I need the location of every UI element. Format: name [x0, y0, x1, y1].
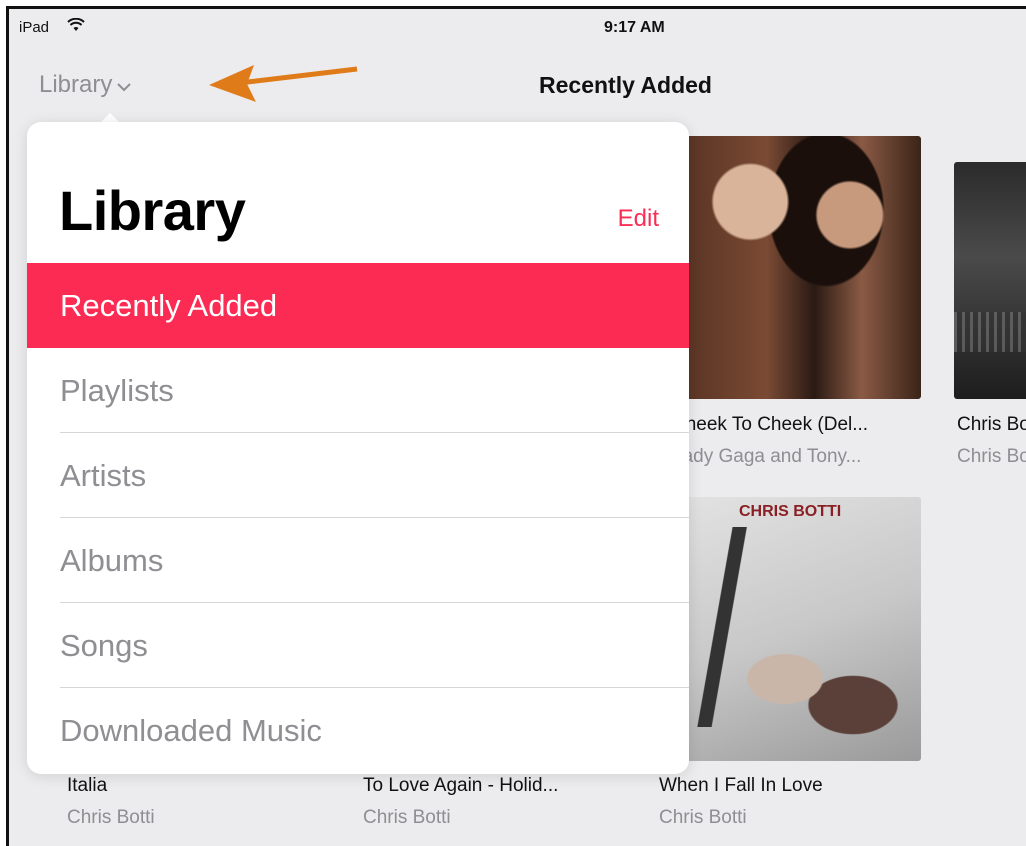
menu-item-playlists[interactable]: Playlists: [27, 348, 689, 433]
menu-item-albums[interactable]: Albums: [27, 518, 689, 603]
library-dropdown-button[interactable]: Library: [39, 71, 132, 99]
wifi-icon: [67, 17, 85, 37]
menu-item-artists[interactable]: Artists: [27, 433, 689, 518]
album-art-text: CHRIS BOTTI: [739, 503, 842, 520]
album-artist: Chris Botti: [659, 807, 747, 828]
app-screen: iPad 9:17 AM Library Recently Added Chee…: [6, 6, 1026, 846]
album-title: Chris Botti: [957, 414, 1026, 435]
status-time: 9:17 AM: [604, 19, 665, 36]
status-bar: iPad 9:17 AM: [9, 9, 1026, 49]
menu-item-label: Recently Added: [60, 287, 278, 323]
album-title: To Love Again - Holid...: [363, 775, 559, 796]
library-menu: Recently Added Playlists Artists Albums …: [27, 263, 689, 773]
album-title: When I Fall In Love: [659, 775, 823, 796]
album-art: CHRIS BOTTI: [684, 497, 921, 761]
album-title: Cheek To Cheek (Del...: [672, 414, 869, 435]
device-label: iPad: [19, 19, 50, 36]
nav-bar: Library Recently Added: [9, 59, 1026, 109]
menu-item-downloaded-music[interactable]: Downloaded Music: [27, 688, 689, 773]
album-artist: Chris Botti: [67, 807, 155, 828]
menu-item-label: Artists: [60, 457, 147, 493]
album-title: Italia: [67, 775, 108, 796]
popover-title: Library: [59, 179, 246, 242]
edit-button[interactable]: Edit: [618, 205, 659, 233]
menu-item-recently-added[interactable]: Recently Added: [27, 263, 689, 348]
menu-item-label: Downloaded Music: [60, 712, 322, 748]
album-art: [954, 162, 1026, 399]
chevron-down-icon: [117, 83, 132, 92]
page-title: Recently Added: [539, 72, 712, 98]
menu-item-label: Playlists: [60, 372, 174, 408]
album-artist: Chris Botti: [957, 446, 1026, 467]
album-artist: Lady Gaga and Tony...: [672, 446, 862, 467]
menu-item-label: Albums: [60, 542, 164, 578]
library-popover: Library Edit Recently Added Playlists Ar…: [27, 122, 689, 774]
menu-item-songs[interactable]: Songs: [27, 603, 689, 688]
annotation-arrow-icon: [209, 65, 358, 102]
album-artist: Chris Botti: [363, 807, 451, 828]
menu-item-label: Songs: [60, 627, 148, 663]
album-art: [684, 136, 921, 399]
library-button-label: Library: [39, 71, 113, 98]
